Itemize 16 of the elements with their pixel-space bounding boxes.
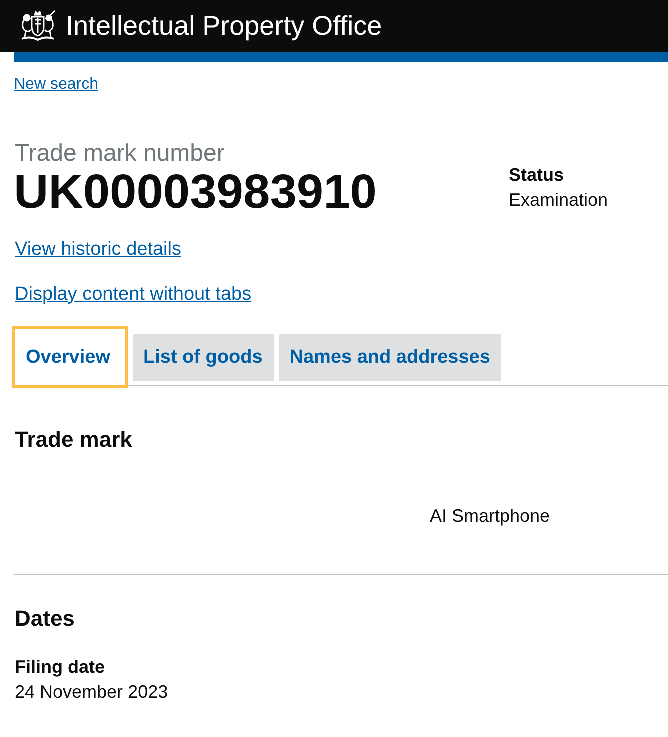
trade-mark-number: UK00003983910 [14,167,378,219]
tab[interactable]: Overview [12,326,128,388]
field-label: Filing date [15,656,106,679]
trade-mark-caption: Trade mark number [14,141,226,167]
section-heading: Dates [14,605,76,633]
site-title: Intellectual Property Office [66,11,382,41]
status-label: Status [509,164,566,187]
trade-mark-text: AI Smartphone [430,505,552,528]
tab[interactable]: Names and addresses [278,334,502,381]
tab[interactable]: List of goods [132,334,274,381]
field-value: 24 November 2023 [15,681,170,704]
status-value: Examination [509,189,608,212]
section-heading: Trade mark [14,426,134,454]
page-link[interactable]: View historic details [14,238,182,261]
new-search-link[interactable]: New search [14,75,98,95]
page-link[interactable]: Display content without tabs [14,283,252,306]
